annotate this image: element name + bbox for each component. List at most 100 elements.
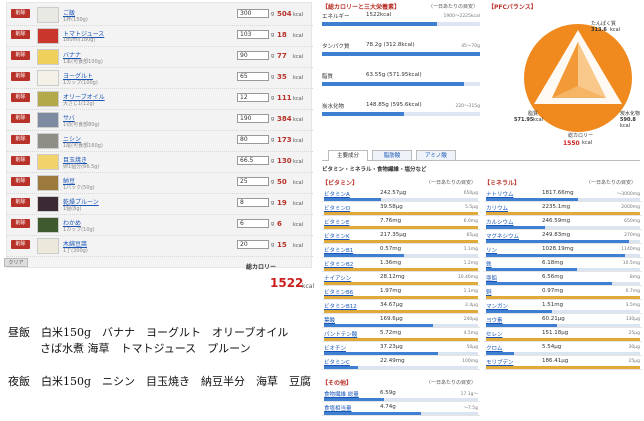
nutrient-name-link[interactable]: セレン — [486, 330, 503, 338]
nutrient-value: 6.59g — [380, 390, 396, 396]
tab-1[interactable]: 主要成分 — [328, 150, 368, 161]
quantity-input[interactable]: 65 — [237, 72, 269, 81]
nutrient-value: 217.35μg — [380, 232, 407, 238]
nutrient-row: ナイアシン 28.12mg 10.46mg — [322, 272, 480, 286]
nutrient-name-link[interactable]: ナトリウム — [486, 190, 514, 198]
summary-label: 炭水化物 — [322, 104, 345, 110]
nutrient-name-link[interactable]: 銅 — [486, 288, 492, 296]
nutrient-value: 249.83mg — [542, 232, 571, 238]
nutrient-value: 5.54μg — [542, 344, 562, 350]
calorie-value: 504 — [277, 10, 292, 18]
delete-button[interactable]: 削除 — [11, 135, 30, 144]
food-row: 削除 目玉焼き 卵1個分(66.5g) 66.5 g 130 kcal — [7, 152, 313, 173]
nutrient-value: 242.57μg — [380, 190, 407, 196]
nutrient-name-link[interactable]: ビタミンB12 — [324, 302, 357, 310]
summary-bar — [322, 82, 465, 86]
clear-button[interactable]: クリア — [4, 258, 28, 267]
quantity-input[interactable]: 12 — [237, 93, 269, 102]
nutrient-name-link[interactable]: カリウム — [486, 204, 508, 212]
delete-button[interactable]: 削除 — [11, 93, 30, 102]
vitmin-heading: ビタミン・ミネラル・食物繊維・塩分など — [322, 167, 427, 173]
delete-button[interactable]: 削除 — [11, 156, 30, 165]
nutrient-row: ビタミンE 7.76mg 6.0mg — [322, 216, 480, 230]
nutrient-row: マンガン 1.51mg 3.5mg — [484, 300, 642, 314]
nutrient-name-link[interactable]: マグネシウム — [486, 232, 519, 240]
nutrient-name-link[interactable]: ビオチン — [324, 344, 346, 352]
nutrient-bar — [486, 212, 640, 215]
nutrient-row: リン 1028.19mg 1140mg — [484, 244, 642, 258]
nutrient-name-link[interactable]: ビタミンE — [324, 218, 349, 226]
nutrient-row: カルシウム 246.59mg 650mg — [484, 216, 642, 230]
calorie-value: 6 — [277, 220, 282, 228]
delete-button[interactable]: 削除 — [11, 9, 30, 18]
nutrient-name-link[interactable]: ビタミンB1 — [324, 246, 353, 254]
calorie-value: 111 — [277, 94, 292, 102]
quantity-input[interactable]: 90 — [237, 51, 269, 60]
quantity-input[interactable]: 20 — [237, 240, 269, 249]
nutrient-name-link[interactable]: ビタミンB6 — [324, 288, 353, 296]
quantity-input[interactable]: 190 — [237, 114, 269, 123]
delete-button[interactable]: 削除 — [11, 72, 30, 81]
delete-button[interactable]: 削除 — [11, 219, 30, 228]
meal-memo: 昼飯 白米150g バナナ ヨーグルト オリーブオイル さば水煮 海草 トマトジ… — [8, 326, 311, 406]
nutrient-name-link[interactable]: 鉄 — [486, 260, 492, 268]
quantity-input[interactable]: 8 — [237, 198, 269, 207]
nutrient-name-link[interactable]: 食塩相当量 — [324, 404, 352, 412]
food-thumbnail — [37, 7, 59, 23]
food-thumbnail — [37, 175, 59, 191]
nutrient-name-link[interactable]: 亜鉛 — [486, 274, 497, 282]
nutrient-name-link[interactable]: クロム — [486, 344, 503, 352]
delete-button[interactable]: 削除 — [11, 177, 30, 186]
food-thumbnail — [37, 70, 59, 86]
quantity-input[interactable]: 25 — [237, 177, 269, 186]
total-calorie-value: 1522 — [270, 276, 304, 290]
calorie-value: 35 — [277, 73, 287, 81]
delete-button[interactable]: 削除 — [11, 51, 30, 60]
nutrient-target: 4.5mg — [463, 331, 478, 336]
food-row: 削除 ニシン 1尾(可食部160g) 80 g 173 kcal — [7, 131, 313, 152]
pfc-carb-label: 炭水化物 — [620, 111, 641, 117]
delete-button[interactable]: 削除 — [11, 240, 30, 249]
nutrient-target: 130μg — [625, 317, 640, 322]
nutrient-row: カリウム 2235.1mg 2000mg — [484, 202, 642, 216]
quantity-input[interactable]: 80 — [237, 135, 269, 144]
food-list-panel: 削除 ご飯 1杯(150g) 300 g 504 kcal 削除 トマトジュース 180ml(18… — [6, 2, 313, 268]
quantity-input[interactable]: 6 — [237, 219, 269, 228]
summary-bar — [322, 52, 480, 56]
nutrient-name-link[interactable]: パントテン酸 — [324, 330, 357, 338]
nutrient-bar — [486, 240, 630, 243]
nutrient-name-link[interactable]: 食物繊維 総量 — [324, 390, 359, 398]
nutrient-target: 50μg — [466, 345, 478, 350]
nutrient-name-link[interactable]: カルシウム — [486, 218, 514, 226]
summary-value: 148.85g (595.6kcal) — [366, 102, 422, 108]
nutrient-name-link[interactable]: モリブデン — [486, 358, 514, 366]
nutrient-row: ビタミンB2 1.36mg 1.2mg — [322, 258, 480, 272]
nutrient-row: ビタミンB6 1.97mg 1.1mg — [322, 286, 480, 300]
nutrient-name-link[interactable]: ビタミンA — [324, 190, 350, 198]
tab-2[interactable]: 脂肪酸 — [372, 150, 412, 161]
nutrient-name-link[interactable]: ビタミンD — [324, 204, 350, 212]
quantity-unit: g — [271, 95, 275, 101]
quantity-unit: g — [271, 32, 275, 38]
pfc-fat-value: 571.95 — [514, 117, 534, 123]
nutrient-name-link[interactable]: ナイアシン — [324, 274, 351, 282]
delete-button[interactable]: 削除 — [11, 198, 30, 207]
delete-button[interactable]: 削除 — [11, 114, 30, 123]
nutrient-name-link[interactable]: 葉酸 — [324, 316, 335, 324]
delete-button[interactable]: 削除 — [11, 30, 30, 39]
nutrient-bar — [486, 366, 640, 369]
nutrient-name-link[interactable]: ビタミンK — [324, 232, 350, 240]
tab-3[interactable]: アミノ酸 — [416, 150, 456, 161]
nutrient-row: ビオチン 37.23μg 50μg — [322, 342, 480, 356]
food-thumbnail — [37, 154, 59, 170]
quantity-input[interactable]: 66.5 — [237, 156, 269, 165]
quantity-input[interactable]: 103 — [237, 30, 269, 39]
nutrient-name-link[interactable]: ビタミンB2 — [324, 260, 353, 268]
nutrient-name-link[interactable]: マンガン — [486, 302, 508, 310]
nutrient-name-link[interactable]: ヨウ素 — [486, 316, 503, 324]
food-thumbnail — [37, 196, 59, 212]
nutrient-name-link[interactable]: リン — [486, 246, 497, 254]
nutrient-name-link[interactable]: ビタミンC — [324, 358, 350, 366]
calorie-unit: kcal — [293, 159, 304, 165]
quantity-input[interactable]: 300 — [237, 9, 269, 18]
